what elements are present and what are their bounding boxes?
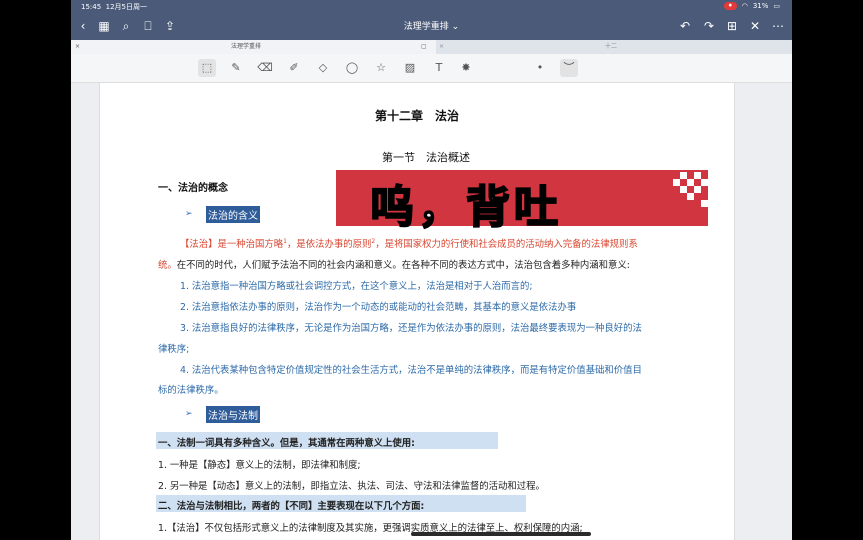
list-item-3b: 律秩序; — [158, 344, 190, 355]
list-item-3a: 3. 法治意指良好的法律秩序，无论是作为治国方略，还是作为依法办事的原则，法治最… — [180, 323, 642, 334]
para1-red-2: ，是依法办事的原则 — [286, 239, 372, 250]
status-time: 15:45 — [81, 3, 102, 11]
list-item-1: 1. 法治意指一种治国方略或社会调控方式，在这个意义上，法治是相对于人治而言的; — [180, 281, 533, 292]
pixel-decor — [701, 200, 708, 207]
pixel-decor — [680, 186, 687, 193]
tab-active-label: 法理学重排 — [231, 43, 262, 50]
para1-black: 在不同的时代，人们赋予法治不同的社会内涵和意义。在各种不同的表达方式中，法治包含… — [176, 260, 630, 271]
battery-percent: 31% — [752, 2, 769, 10]
para1-red-1: 【法治】是一种治国方略 — [180, 239, 284, 250]
para1-red-3: ，是将国家权力的行使和社会成员的活动纳入完备的法律规则系 — [375, 239, 638, 250]
para1-red-4: 统。 — [158, 260, 177, 271]
status-date: 12月5日周一 — [105, 3, 148, 11]
para1-line1: 【法治】是一种治国方略1，是依法办事的原则2，是将国家权力的行使和社会成员的活动… — [180, 236, 638, 250]
home-indicator — [411, 532, 591, 536]
sticker-icon[interactable]: ☆ — [372, 59, 390, 77]
tab-inactive[interactable]: × 十二 — [437, 40, 792, 54]
chapter-title: 第十二章 法治 — [374, 109, 459, 123]
shapes-icon[interactable]: ◇ — [314, 59, 332, 77]
image-select-icon[interactable]: ⬚ — [198, 59, 216, 77]
undo-icon[interactable]: ↶ — [677, 18, 693, 34]
tab-bar: × 法理学重排 ▢ × 十二 — [71, 40, 792, 54]
heading-legal-system-meanings: 一、法制一词具有多种含义。但是，其通常在两种意义上使用: — [158, 438, 415, 449]
pixel-decor — [701, 179, 708, 186]
wifi-icon: ◠ — [741, 2, 748, 10]
text-icon[interactable]: T — [430, 59, 448, 77]
image-icon[interactable]: ▨ — [401, 59, 419, 77]
tab-inactive-label: 十二 — [605, 43, 618, 50]
status-time-date: 15:45 12月5日周一 — [81, 2, 147, 12]
para1-line2: 统。在不同的时代，人们赋予法治不同的社会内涵和意义。在各种不同的表达方式中，法治… — [158, 257, 630, 271]
meaning-1: 1. 一种是【静态】意义上的法制，即法律和制度; — [158, 460, 361, 471]
tab-close-icon[interactable]: × — [75, 40, 80, 54]
tab-active[interactable]: × 法理学重排 ▢ — [71, 40, 436, 54]
meaning-2: 2. 另一种是【动态】意义上的法制，即指立法、执法、司法、守法和法律监督的活动和… — [158, 481, 545, 492]
bullet-icon-2: ➢ — [185, 409, 193, 419]
redo-icon[interactable]: ↷ — [701, 18, 717, 34]
pixel-decor — [680, 172, 687, 179]
stroke-size-dot-icon[interactable]: • — [531, 59, 549, 77]
pixel-decor — [673, 179, 680, 186]
section-title: 第一节 法治概述 — [382, 151, 470, 164]
list-item-4a: 4. 法治代表某种包含特定价值规定性的社会生活方式，法治不是单纯的法律秩序，而是… — [180, 365, 642, 376]
subheading-meaning: 法治的含义 — [206, 206, 260, 223]
add-page-icon[interactable]: ⊞ — [724, 18, 740, 34]
list-item-4b: 标的法律秩序。 — [158, 385, 224, 396]
ipad-screen: 15:45 12月5日周一 ⏺ ◠ 31% ▭ ‹ ▦ ⌕ ⎕ ⇪ 法理学重排 … — [71, 0, 792, 540]
status-right: ⏺ ◠ 31% ▭ — [723, 2, 780, 10]
eraser-icon[interactable]: ⌫ — [256, 59, 274, 77]
battery-icon: ▭ — [773, 2, 780, 10]
heading-concept: 一、法治的概念 — [158, 183, 228, 194]
pixel-decor — [694, 172, 701, 179]
laser-icon[interactable]: ✸ — [457, 59, 475, 77]
more-icon[interactable]: ⋯ — [770, 18, 786, 34]
pixel-decor — [687, 179, 694, 186]
tab-inactive-close-icon[interactable]: × — [439, 40, 444, 54]
pen-icon[interactable]: ✎ — [227, 59, 245, 77]
document-page[interactable]: 第十二章 法治 第一节 法治概述 一、法治的概念 ➢ 法治的含义 【法治】是一种… — [99, 83, 735, 540]
status-bar: 15:45 12月5日周一 ⏺ ◠ 31% ▭ — [71, 0, 792, 13]
top-bar: 15:45 12月5日周一 ⏺ ◠ 31% ▭ ‹ ▦ ⌕ ⎕ ⇪ 法理学重排 … — [71, 0, 792, 40]
record-indicator: ⏺ — [723, 2, 737, 10]
close-icon[interactable]: ✕ — [747, 18, 763, 34]
annotation-toolbar: ⬚ ✎ ⌫ ✐ ◇ ◯ ☆ ▨ T ✸ • ︶ — [71, 54, 792, 83]
tab-split-icon[interactable]: ▢ — [421, 40, 427, 54]
sticker-overlay[interactable]: 呜，背吐 — [330, 168, 708, 234]
nav-row: ‹ ▦ ⌕ ⎕ ⇪ 法理学重排 ⌄ ↶ ↷ ⊞ ✕ ⋯ — [71, 15, 792, 39]
heading-differences: 二、法治与法制相比，两者的【不同】主要表现在以下几个方面: — [158, 501, 425, 512]
bullet-icon: ➢ — [185, 209, 193, 219]
pixel-decor — [687, 193, 694, 200]
stroke-curve-icon[interactable]: ︶ — [560, 59, 578, 77]
lasso-icon[interactable]: ◯ — [343, 59, 361, 77]
subheading-rule-of-law-vs-legal-system: 法治与法制 — [206, 406, 260, 423]
pixel-decor — [694, 186, 701, 193]
sticker-text: 呜，背吐 — [369, 181, 562, 234]
list-item-2: 2. 法治意指依法办事的原则，法治作为一个动态的或能动的社会范畴，其基本的意义是… — [180, 302, 577, 313]
highlighter-icon[interactable]: ✐ — [285, 59, 303, 77]
